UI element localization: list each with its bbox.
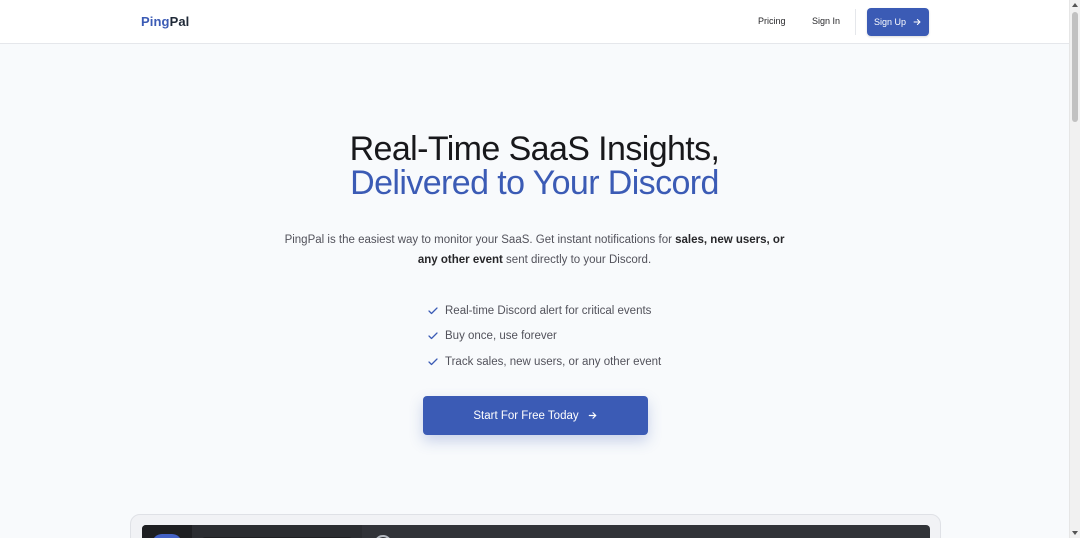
scrollbar-thumb[interactable]: [1072, 12, 1078, 122]
feature-item: Real-time Discord alert for critical eve…: [427, 298, 661, 324]
sign-up-label: Sign Up: [873, 17, 907, 27]
discord-preview: [142, 525, 930, 538]
check-icon: [428, 332, 438, 340]
feature-label: Buy once, use forever: [445, 330, 557, 343]
check-icon: [428, 358, 438, 365]
feature-item: Buy once, use forever: [427, 324, 661, 350]
nav-divider: [855, 9, 856, 35]
subtitle-bold2: any other event: [417, 254, 503, 266]
site-header: PingPal Pricing Sign In Sign Up: [0, 0, 1069, 44]
feature-item: Track sales, new users, or any other eve…: [427, 349, 661, 375]
sign-up-button[interactable]: Sign Up: [867, 8, 929, 36]
subtitle-part1: PingPal is the easiest way to monitor yo…: [284, 234, 676, 246]
arrow-right-icon: [588, 412, 596, 419]
hero-headline-line2: Delivered to Your Discord: [350, 164, 719, 202]
start-for-free-button[interactable]: Start For Free Today: [423, 396, 648, 435]
cta-label: Start For Free Today: [473, 409, 579, 422]
arrow-right-icon: [913, 18, 921, 26]
nav-sign-in-link[interactable]: Sign In: [812, 16, 840, 26]
nav-pricing-link[interactable]: Pricing: [758, 16, 786, 26]
subtitle-part2: sent directly to your Discord.: [502, 254, 652, 266]
logo-pal: Pal: [169, 14, 190, 29]
scroll-down-icon[interactable]: [1072, 531, 1078, 535]
logo[interactable]: PingPal: [141, 14, 189, 29]
scroll-up-icon[interactable]: [1072, 3, 1078, 7]
subtitle-bold1: sales, new users, or: [675, 234, 785, 246]
feature-label: Real-time Discord alert for critical eve…: [445, 304, 652, 317]
hero-subtitle: PingPal is the easiest way to monitor yo…: [0, 230, 1069, 270]
check-icon: [428, 307, 438, 314]
feature-list: Real-time Discord alert for critical eve…: [427, 298, 661, 375]
hero-headline-line1: Real-Time SaaS Insights,: [349, 130, 720, 168]
page-scrollbar[interactable]: [1069, 0, 1080, 538]
logo-ping: Ping: [141, 14, 170, 29]
feature-label: Track sales, new users, or any other eve…: [445, 355, 662, 368]
